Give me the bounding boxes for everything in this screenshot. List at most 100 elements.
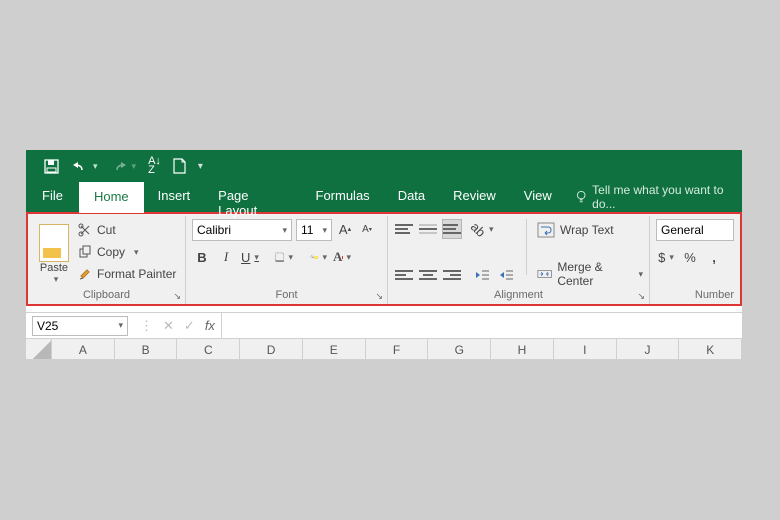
wrap-text-button[interactable]: Wrap Text	[537, 219, 643, 241]
font-group-label: Font↘	[186, 288, 387, 304]
tab-home[interactable]: Home	[79, 182, 144, 213]
copy-button[interactable]: Copy ▾	[78, 241, 176, 263]
column-header[interactable]: D	[240, 339, 303, 359]
align-top-button[interactable]	[394, 219, 414, 239]
excel-window: ▾ ▾ A↓Z ▾ File Home Insert Page Layout F…	[26, 150, 742, 360]
cancel-formula-icon[interactable]: ✕	[163, 318, 174, 334]
chevron-down-icon: ▾	[638, 269, 643, 280]
column-header[interactable]: B	[115, 339, 178, 359]
column-header[interactable]: C	[177, 339, 240, 359]
font-size-select[interactable]: 11▾	[296, 219, 332, 241]
font-size-value: 11	[301, 223, 313, 237]
copy-label: Copy	[97, 245, 125, 259]
comma-style-button[interactable]: ,	[704, 247, 724, 267]
increase-indent-button[interactable]	[496, 265, 516, 285]
copy-icon	[78, 245, 92, 259]
number-group-label: Number	[650, 288, 740, 304]
tab-data[interactable]: Data	[384, 182, 439, 212]
format-painter-label: Format Painter	[97, 267, 176, 281]
chevron-down-icon: ▾	[134, 247, 139, 258]
sort-icon[interactable]: A↓Z	[148, 157, 161, 175]
align-left-button[interactable]	[394, 265, 414, 285]
save-icon[interactable]	[44, 159, 59, 174]
customize-qat-icon[interactable]: ▾	[198, 161, 203, 172]
tab-page-layout[interactable]: Page Layout	[204, 182, 301, 212]
align-middle-button[interactable]	[418, 219, 438, 239]
column-header[interactable]: A	[52, 339, 115, 359]
cut-label: Cut	[97, 223, 116, 237]
column-header[interactable]: F	[366, 339, 429, 359]
fx-icon[interactable]: fx	[205, 318, 215, 333]
column-header[interactable]: E	[303, 339, 366, 359]
format-painter-button[interactable]: Format Painter	[78, 263, 176, 285]
name-box[interactable]: V25▾	[32, 316, 128, 336]
scissors-icon	[78, 223, 92, 237]
number-format-value: General	[661, 223, 704, 237]
column-headers: A B C D E F G H I J K	[26, 338, 742, 360]
italic-button[interactable]: I	[216, 247, 236, 267]
column-header[interactable]: G	[428, 339, 491, 359]
merge-center-label: Merge & Center	[557, 260, 629, 288]
tab-review[interactable]: Review	[439, 182, 510, 212]
paste-button[interactable]: Paste ▾	[34, 219, 74, 285]
percent-button[interactable]: %	[680, 247, 700, 267]
font-name-select[interactable]: Calibri▾	[192, 219, 292, 241]
name-box-value: V25	[37, 319, 58, 333]
font-name-value: Calibri	[197, 223, 231, 237]
formula-input[interactable]	[221, 313, 742, 339]
column-header[interactable]: K	[679, 339, 742, 359]
tab-insert[interactable]: Insert	[144, 182, 205, 212]
enter-formula-icon[interactable]: ✓	[184, 318, 195, 334]
number-format-select[interactable]: General	[656, 219, 734, 241]
paste-label: Paste	[40, 262, 68, 274]
wrap-text-icon	[537, 222, 555, 238]
ribbon-tabs: File Home Insert Page Layout Formulas Da…	[26, 182, 742, 212]
column-header[interactable]: H	[491, 339, 554, 359]
font-color-button[interactable]: A▾	[332, 247, 352, 267]
wrap-text-label: Wrap Text	[560, 223, 614, 237]
dialog-launcher-icon[interactable]: ↘	[173, 289, 181, 303]
tell-me-search[interactable]: Tell me what you want to do...	[566, 182, 742, 212]
dialog-launcher-icon[interactable]: ↘	[375, 289, 383, 303]
formula-bar: V25▾ ⋮ ✕ ✓ fx	[26, 312, 742, 338]
cut-button[interactable]: Cut	[78, 219, 176, 241]
paste-icon	[39, 224, 69, 262]
dialog-launcher-icon[interactable]: ↘	[637, 289, 645, 303]
tell-me-placeholder: Tell me what you want to do...	[592, 183, 742, 211]
shrink-font-button[interactable]: A▾	[358, 219, 376, 239]
align-bottom-button[interactable]	[442, 219, 462, 239]
borders-button[interactable]: ▾	[274, 247, 294, 267]
align-right-button[interactable]	[442, 265, 462, 285]
group-number: General $▾ % , Number	[650, 216, 740, 304]
tab-view[interactable]: View	[510, 182, 566, 212]
ribbon-home: Paste ▾ Cut Copy ▾ Format Pain	[26, 212, 742, 306]
orientation-button[interactable]: ab▾	[472, 219, 492, 239]
tab-formulas[interactable]: Formulas	[302, 182, 384, 212]
select-all-corner[interactable]	[26, 339, 52, 359]
bold-button[interactable]: B	[192, 247, 212, 267]
grow-font-button[interactable]: A▴	[336, 219, 354, 239]
clipboard-group-label: Clipboard↘	[28, 288, 185, 304]
quick-access-toolbar: ▾ ▾ A↓Z ▾	[26, 150, 742, 182]
merge-center-button[interactable]: Merge & Center ▾	[537, 263, 643, 285]
new-file-icon[interactable]	[173, 158, 186, 174]
group-font: Calibri▾ 11▾ A▴ A▾ B I U▾ ▾ ▾ A▾ Font↘	[186, 216, 388, 304]
namebox-separator: ⋮	[140, 318, 153, 334]
lightbulb-icon	[576, 190, 586, 204]
column-header[interactable]: I	[554, 339, 617, 359]
chevron-down-icon: ▾	[54, 274, 59, 285]
column-header[interactable]: J	[617, 339, 680, 359]
decrease-indent-button[interactable]	[472, 265, 492, 285]
merge-icon	[537, 266, 552, 282]
paintbrush-icon	[78, 267, 92, 281]
group-alignment: ab▾ Wrap Text Merge & Center	[388, 216, 650, 304]
underline-button[interactable]: U▾	[240, 247, 260, 267]
undo-icon[interactable]: ▾	[71, 159, 98, 173]
tab-file[interactable]: File	[26, 182, 79, 212]
currency-button[interactable]: $▾	[656, 247, 676, 267]
group-clipboard: Paste ▾ Cut Copy ▾ Format Pain	[28, 216, 186, 304]
redo-icon[interactable]: ▾	[110, 159, 137, 173]
fill-color-button[interactable]: ▾	[308, 247, 328, 267]
alignment-group-label: Alignment↘	[388, 288, 649, 304]
align-center-button[interactable]	[418, 265, 438, 285]
